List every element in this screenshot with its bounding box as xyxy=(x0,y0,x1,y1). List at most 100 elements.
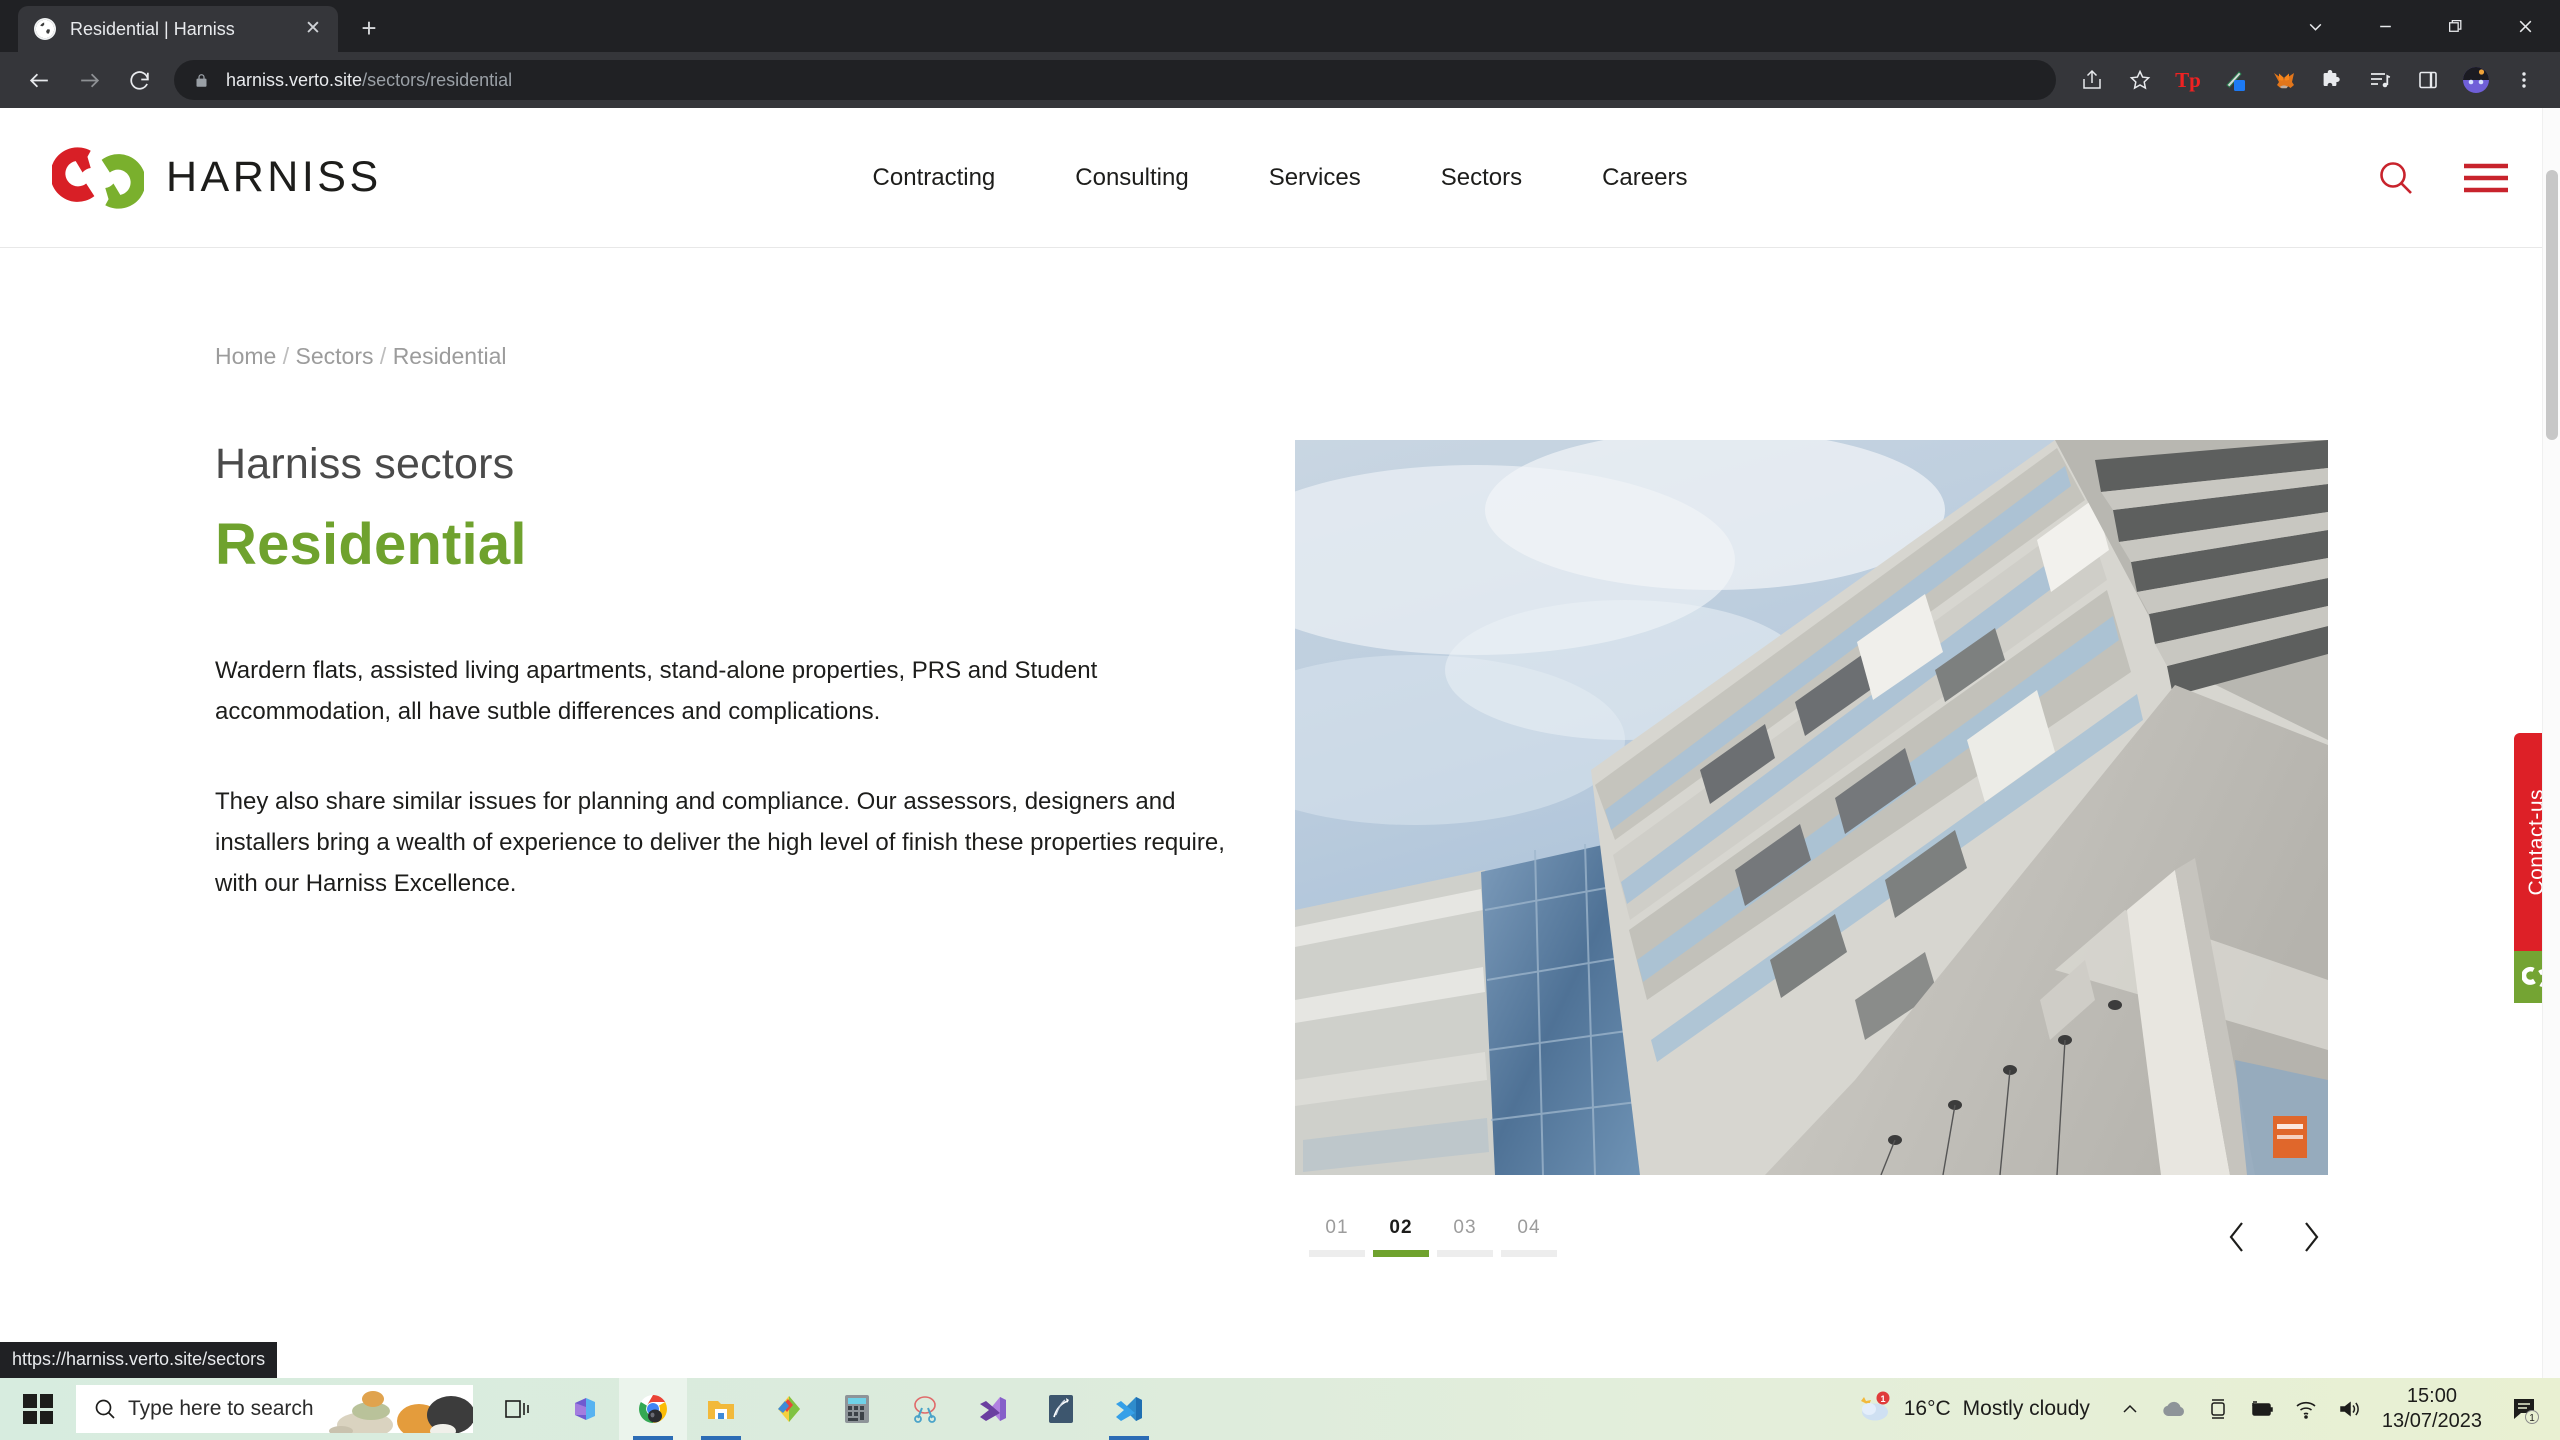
webcam-icon[interactable] xyxy=(2196,1378,2240,1440)
globe-icon xyxy=(34,18,56,40)
file-explorer-icon[interactable] xyxy=(687,1378,755,1440)
lock-icon xyxy=(190,73,212,88)
battery-charging-icon[interactable] xyxy=(2240,1378,2284,1440)
media-playlist-icon[interactable] xyxy=(2358,58,2402,102)
sql-server-management-studio-icon[interactable] xyxy=(1027,1378,1095,1440)
sun-cloud-icon: 1 xyxy=(1856,1391,1892,1428)
browser-toolbar: harniss.verto.site/sectors/residential T… xyxy=(0,52,2560,108)
carousel-slide-02[interactable]: 02 xyxy=(1369,1217,1433,1257)
link-status-bubble: https://harniss.verto.site/sectors xyxy=(0,1342,278,1378)
nav-item-sectors[interactable]: Sectors xyxy=(1441,164,1522,192)
svg-text:1: 1 xyxy=(2529,1413,2535,1424)
weather-temperature: 16°C xyxy=(1903,1397,1951,1420)
extensions-puzzle-icon[interactable] xyxy=(2310,58,2354,102)
task-view-icon[interactable] xyxy=(483,1378,551,1440)
tp-extension-icon[interactable]: Tp xyxy=(2166,58,2210,102)
taskbar-clock[interactable]: 15:00 13/07/2023 xyxy=(2372,1384,2496,1434)
page-scrollbar-thumb[interactable] xyxy=(2546,170,2558,440)
main-navigation: Contracting Consulting Services Sectors … xyxy=(873,164,1688,192)
harniss-logo-icon xyxy=(50,138,146,218)
page-content: Home / Sectors / Residential Harniss sec… xyxy=(0,343,2560,1257)
wifi-icon[interactable] xyxy=(2284,1378,2328,1440)
onedrive-cloud-icon[interactable] xyxy=(2152,1378,2196,1440)
svg-text:1: 1 xyxy=(1880,1394,1885,1404)
page-eyebrow: Harniss sectors xyxy=(215,440,515,488)
windows-start-icon[interactable] xyxy=(0,1378,76,1440)
hero-paragraph-1: Wardern flats, assisted living apartment… xyxy=(215,657,1098,726)
bookmark-star-icon[interactable] xyxy=(2118,58,2162,102)
weather-condition: Mostly cloudy xyxy=(1962,1397,2090,1420)
carousel-slide-bar xyxy=(1309,1250,1365,1257)
hamburger-menu-icon[interactable] xyxy=(2464,161,2508,195)
chrome-menu-icon[interactable] xyxy=(2502,58,2546,102)
google-chrome-icon[interactable] xyxy=(619,1378,687,1440)
search-icon xyxy=(88,1397,122,1421)
breadcrumb-current: Residential xyxy=(392,343,507,369)
clock-time: 15:00 xyxy=(2406,1385,2457,1407)
carousel-slide-04[interactable]: 04 xyxy=(1497,1217,1561,1257)
tray-icons xyxy=(2108,1378,2372,1440)
carousel-arrows xyxy=(2225,1220,2328,1254)
notifications-icon[interactable]: 1 xyxy=(2496,1378,2554,1440)
profile-avatar-icon[interactable] xyxy=(2454,58,2498,102)
breadcrumb-separator: / xyxy=(379,343,387,369)
vs-code-icon[interactable] xyxy=(1095,1378,1163,1440)
app-running-underline xyxy=(633,1436,673,1440)
back-arrow-icon[interactable] xyxy=(14,55,64,105)
nav-item-contracting[interactable]: Contracting xyxy=(873,164,996,192)
visual-studio-icon[interactable] xyxy=(959,1378,1027,1440)
carousel-slide-number: 02 xyxy=(1389,1217,1413,1238)
pen-extension-icon[interactable] xyxy=(2214,58,2258,102)
volume-icon[interactable] xyxy=(2328,1378,2372,1440)
breadcrumb: Home / Sectors / Residential xyxy=(215,343,2560,370)
carousel-slide-03[interactable]: 03 xyxy=(1433,1217,1497,1257)
new-tab-button[interactable]: + xyxy=(348,7,390,49)
page-title: Residential xyxy=(215,512,527,577)
windows-logo xyxy=(23,1394,53,1424)
browser-tab-strip: Residential | Harniss ✕ + xyxy=(0,0,2560,52)
window-close-icon[interactable] xyxy=(2490,0,2560,52)
microsoft-office-icon[interactable] xyxy=(551,1378,619,1440)
url-path: /sectors/residential xyxy=(362,69,513,90)
forward-arrow-icon[interactable] xyxy=(64,55,114,105)
carousel-slide-01[interactable]: 01 xyxy=(1305,1217,1369,1257)
chevron-down-icon[interactable] xyxy=(2280,0,2350,52)
calculator-icon[interactable] xyxy=(823,1378,891,1440)
close-icon[interactable]: ✕ xyxy=(300,16,326,42)
chevron-left-icon[interactable] xyxy=(2225,1220,2249,1254)
page-scrollbar[interactable] xyxy=(2542,108,2560,1378)
nav-item-careers[interactable]: Careers xyxy=(1602,164,1687,192)
search-icon[interactable] xyxy=(2376,158,2416,198)
metamask-fox-icon[interactable] xyxy=(2262,58,2306,102)
tp-extension-label: Tp xyxy=(2175,67,2201,92)
hero-text-column: Harniss sectors Residential Wardern flat… xyxy=(0,440,1295,1257)
breadcrumb-home[interactable]: Home xyxy=(215,343,276,369)
adobe-app-icon[interactable] xyxy=(755,1378,823,1440)
chevron-right-icon[interactable] xyxy=(2299,1220,2323,1254)
browser-tab[interactable]: Residential | Harniss ✕ xyxy=(18,6,338,52)
breadcrumb-sectors[interactable]: Sectors xyxy=(296,343,374,369)
hero-media-column: 01 02 03 04 xyxy=(1295,440,2328,1257)
window-controls xyxy=(2280,0,2560,52)
hero-section: Harniss sectors Residential Wardern flat… xyxy=(0,440,2560,1257)
carousel-slide-bar xyxy=(1373,1250,1429,1257)
address-bar[interactable]: harniss.verto.site/sectors/residential xyxy=(174,60,2056,100)
taskbar-search-box[interactable]: Type here to search xyxy=(76,1385,473,1433)
nav-item-services[interactable]: Services xyxy=(1269,164,1361,192)
header-icons xyxy=(2376,158,2508,198)
browser-extensions: Tp xyxy=(2070,58,2546,102)
site-logo-text: HARNISS xyxy=(166,153,382,201)
clock-date: 13/07/2023 xyxy=(2381,1410,2482,1432)
nav-item-consulting[interactable]: Consulting xyxy=(1075,164,1188,192)
snipping-tool-icon[interactable] xyxy=(891,1378,959,1440)
taskbar-weather-widget[interactable]: 1 16°C Mostly cloudy xyxy=(1838,1391,2108,1428)
carousel-slide-number: 03 xyxy=(1453,1217,1477,1238)
breadcrumb-separator: / xyxy=(282,343,290,369)
share-icon[interactable] xyxy=(2070,58,2114,102)
maximize-icon[interactable] xyxy=(2420,0,2490,52)
site-logo[interactable]: HARNISS xyxy=(50,138,382,218)
reload-icon[interactable] xyxy=(114,55,164,105)
show-hidden-icons-chevron[interactable] xyxy=(2108,1378,2152,1440)
minimize-icon[interactable] xyxy=(2350,0,2420,52)
side-panel-icon[interactable] xyxy=(2406,58,2450,102)
